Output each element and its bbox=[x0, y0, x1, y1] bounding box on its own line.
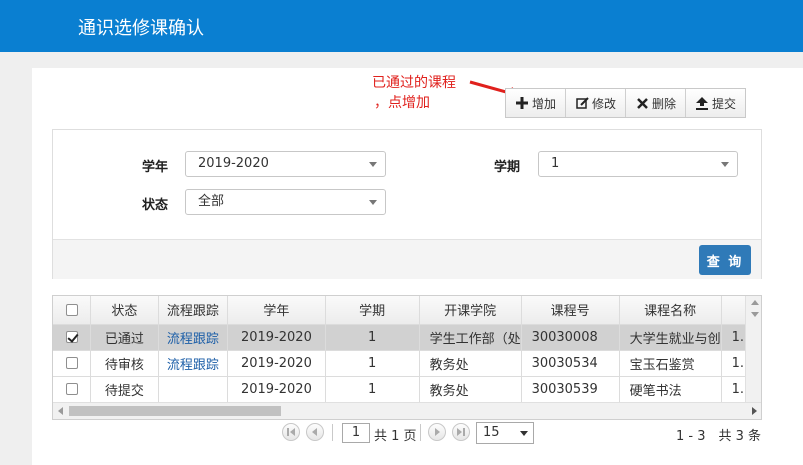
year-select-value: 2019-2020 bbox=[198, 156, 269, 171]
term-select-value: 1 bbox=[551, 156, 560, 171]
page-size-value: 15 bbox=[483, 425, 500, 440]
course-name-cell: 硬笔书法 bbox=[619, 376, 722, 403]
select-all-cell[interactable] bbox=[53, 296, 92, 325]
add-button[interactable]: 增加 bbox=[506, 89, 567, 117]
status-cell: 待审核 bbox=[90, 350, 159, 377]
table-header-row: 状态 流程跟踪 学年 学期 开课学院 课程号 课程名称 bbox=[53, 296, 761, 325]
table-row[interactable]: 待提交 2019-2020 1 教务处 30030539 硬笔书法 1.5 bbox=[53, 376, 761, 403]
course-no-cell: 30030534 bbox=[521, 350, 620, 377]
delete-label: 删除 bbox=[652, 96, 677, 111]
horizontal-scrollbar[interactable] bbox=[53, 402, 761, 419]
page-number-input[interactable]: 1 bbox=[342, 423, 370, 443]
annotation-line1: 已通过的课程 bbox=[372, 75, 456, 91]
query-button[interactable]: 查 询 bbox=[699, 245, 751, 275]
column-header[interactable]: 学期 bbox=[325, 296, 420, 325]
column-header[interactable]: 学年 bbox=[227, 296, 326, 325]
page-size-select[interactable]: 15 bbox=[476, 422, 534, 444]
upload-icon bbox=[695, 96, 709, 110]
delete-button[interactable]: 删除 bbox=[626, 89, 687, 117]
term-cell: 1 bbox=[325, 324, 420, 351]
last-page-icon[interactable] bbox=[452, 423, 470, 441]
column-header[interactable]: 课程号 bbox=[521, 296, 620, 325]
course-no-cell: 30030008 bbox=[521, 324, 620, 351]
chevron-down-icon bbox=[520, 431, 528, 436]
close-icon bbox=[635, 96, 649, 110]
row-checkbox[interactable] bbox=[65, 357, 78, 369]
annotation-line2: ，点增加 bbox=[374, 95, 430, 111]
pager-divider bbox=[420, 424, 421, 441]
row-checkbox-cell[interactable] bbox=[53, 324, 92, 351]
scrollbar-thumb[interactable] bbox=[69, 406, 281, 416]
edit-button[interactable]: 修改 bbox=[566, 89, 627, 117]
status-select[interactable]: 全部 bbox=[185, 189, 386, 215]
action-toolbar: 增加 修改 删除 提交 bbox=[505, 88, 747, 118]
status-cell: 已通过 bbox=[90, 324, 159, 351]
track-link[interactable]: 流程跟踪 bbox=[158, 350, 229, 377]
year-label: 学年 bbox=[142, 160, 169, 175]
year-cell: 2019-2020 bbox=[227, 376, 326, 403]
total-pages-text: 共 1 页 bbox=[374, 429, 417, 444]
submit-button[interactable]: 提交 bbox=[686, 89, 746, 117]
course-no-cell: 30030539 bbox=[521, 376, 620, 403]
course-grid: 状态 流程跟踪 学年 学期 开课学院 课程号 课程名称 已通过 流程跟踪 201… bbox=[52, 295, 762, 420]
year-cell: 2019-2020 bbox=[227, 324, 326, 351]
top-header-bar: 通识选修课确认 bbox=[0, 0, 803, 52]
row-checkbox[interactable] bbox=[65, 383, 78, 395]
chevron-down-icon bbox=[369, 200, 377, 205]
column-header[interactable]: 流程跟踪 bbox=[158, 296, 229, 325]
add-label: 增加 bbox=[532, 96, 557, 111]
filter-panel: 学年 2019-2020 学期 1 状态 全部 查 询 bbox=[52, 129, 762, 279]
year-cell: 2019-2020 bbox=[227, 350, 326, 377]
pager-divider bbox=[332, 424, 333, 441]
college-cell: 教务处 bbox=[419, 350, 522, 377]
term-select[interactable]: 1 bbox=[538, 151, 738, 177]
scroll-down-icon[interactable] bbox=[751, 312, 759, 317]
table-row[interactable]: 已通过 流程跟踪 2019-2020 1 学生工作部（处 30030008 大学… bbox=[53, 324, 761, 351]
college-cell: 学生工作部（处 bbox=[419, 324, 522, 351]
row-checkbox-cell[interactable] bbox=[53, 350, 92, 377]
prev-page-icon[interactable] bbox=[306, 423, 324, 441]
pagination-bar: 1 共 1 页 15 1 - 3 共 3 条 bbox=[52, 421, 762, 447]
scroll-right-icon[interactable] bbox=[752, 407, 757, 415]
filter-footer bbox=[53, 239, 761, 279]
vertical-scrollbar[interactable] bbox=[745, 296, 761, 404]
term-label: 学期 bbox=[494, 160, 521, 175]
scroll-left-icon[interactable] bbox=[58, 407, 63, 415]
row-checkbox[interactable] bbox=[65, 331, 78, 343]
status-cell: 待提交 bbox=[90, 376, 159, 403]
track-link[interactable] bbox=[158, 376, 229, 403]
submit-label: 提交 bbox=[712, 96, 737, 111]
column-header[interactable]: 开课学院 bbox=[419, 296, 522, 325]
chevron-down-icon bbox=[369, 162, 377, 167]
term-cell: 1 bbox=[325, 350, 420, 377]
plus-icon bbox=[515, 96, 529, 110]
column-header[interactable]: 状态 bbox=[90, 296, 159, 325]
status-label: 状态 bbox=[142, 198, 169, 213]
college-cell: 教务处 bbox=[419, 376, 522, 403]
column-header[interactable]: 课程名称 bbox=[619, 296, 722, 325]
track-link[interactable]: 流程跟踪 bbox=[158, 324, 229, 351]
year-select[interactable]: 2019-2020 bbox=[185, 151, 386, 177]
page-title: 通识选修课确认 bbox=[78, 18, 204, 39]
next-page-icon[interactable] bbox=[428, 423, 446, 441]
course-name-cell: 大学生就业与创 bbox=[619, 324, 722, 351]
first-page-icon[interactable] bbox=[282, 423, 300, 441]
edit-icon bbox=[575, 96, 589, 110]
chevron-down-icon bbox=[721, 162, 729, 167]
select-all-checkbox[interactable] bbox=[65, 303, 78, 316]
table-row[interactable]: 待审核 流程跟踪 2019-2020 1 教务处 30030534 宝玉石鉴赏 … bbox=[53, 350, 761, 377]
scroll-up-icon[interactable] bbox=[751, 300, 759, 305]
record-summary: 1 - 3 共 3 条 bbox=[676, 429, 762, 444]
course-name-cell: 宝玉石鉴赏 bbox=[619, 350, 722, 377]
annotation-note: 已通过的课程 ，点增加 bbox=[372, 73, 456, 113]
row-checkbox-cell[interactable] bbox=[53, 376, 92, 403]
course-table: 状态 流程跟踪 学年 学期 开课学院 课程号 课程名称 已通过 流程跟踪 201… bbox=[53, 296, 761, 403]
term-cell: 1 bbox=[325, 376, 420, 403]
status-select-value: 全部 bbox=[198, 194, 225, 209]
edit-label: 修改 bbox=[592, 96, 617, 111]
